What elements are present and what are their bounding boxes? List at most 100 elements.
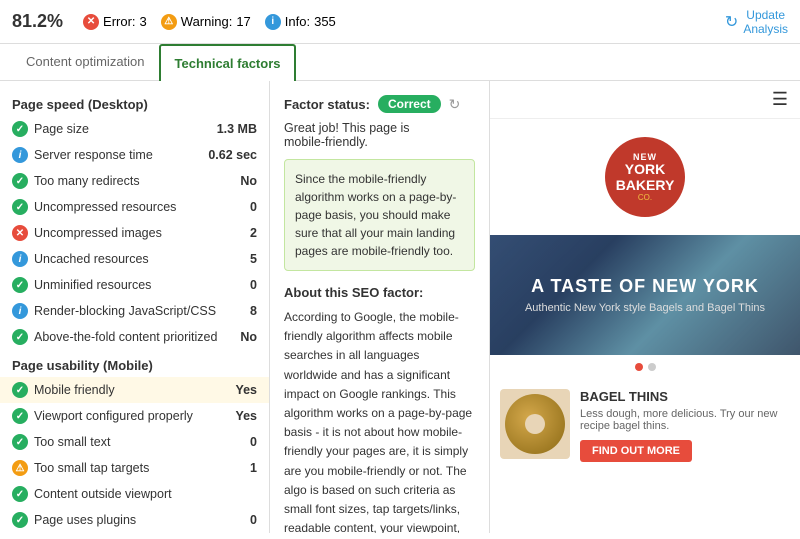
item-value: 0 [227,513,257,527]
list-item[interactable]: ✓ Too many redirects No [0,168,269,194]
item-label: Server response time [34,148,202,162]
item-label: Page uses plugins [34,513,221,527]
great-job-text: Great job! This page ismobile-friendly. [284,121,475,149]
section-page-speed-title: Page speed (Desktop) [0,89,269,116]
dot-2 [648,363,656,371]
warning-icon: ⚠ [161,14,177,30]
item-value: 8 [227,304,257,318]
item-value: 0.62 sec [208,148,257,162]
list-item[interactable]: ✓ Page size 1.3 MB [0,116,269,142]
update-label: UpdateAnalysis [743,8,788,36]
item-value: 1 [227,461,257,475]
item-label: Uncompressed resources [34,200,221,214]
item-value: 5 [227,252,257,266]
error-badge: ✕ Error: 3 [83,14,147,30]
site-preview-panel: ☰ NEW YORKBAKERY CO. A TASTE OF NEW YORK… [490,81,800,533]
list-item[interactable]: i Uncached resources 5 [0,246,269,272]
about-seo-title: About this SEO factor: [284,285,475,300]
factor-status-row: Factor status: Correct ↻ [284,95,475,113]
site-header: ☰ [490,81,800,119]
update-analysis-button[interactable]: ↻ UpdateAnalysis [725,8,788,36]
warning-label: Warning: [181,14,233,29]
usability-items-list: ✓Mobile friendlyYes✓Viewport configured … [0,377,269,533]
carousel-dots [490,355,800,379]
item-label: Above-the-fold content prioritized [34,330,221,344]
factor-refresh-icon[interactable]: ↻ [449,96,461,113]
list-item[interactable]: ✓Above-the-fold content prioritizedNo [0,324,269,350]
item-label: Content outside viewport [34,487,221,501]
factor-status-label: Factor status: [284,97,370,112]
list-item[interactable]: ✓ Page uses plugins 0 [0,507,269,533]
info-icon: i [12,147,28,163]
info-icon: i [12,303,28,319]
ok-icon: ✓ [12,173,28,189]
bagel-section: BAGEL THINS Less dough, more delicious. … [490,379,800,472]
top-bar: 81.2% ✕ Error: 3 ⚠ Warning: 17 i Info: 3… [0,0,800,44]
left-panel: Page speed (Desktop) ✓ Page size 1.3 MB i Se… [0,81,270,533]
warning-badge: ⚠ Warning: 17 [161,14,251,30]
ok-icon: ✓ [12,382,28,398]
info-icon: i [265,14,281,30]
list-item[interactable]: ✓ Content outside viewport [0,481,269,507]
bagel-hole [525,414,545,434]
ok-icon: ✓ [12,408,28,424]
list-item[interactable]: ✕ Uncompressed images 2 [0,220,269,246]
warn-icon: ⚠ [12,460,28,476]
site-preview: ☰ NEW YORKBAKERY CO. A TASTE OF NEW YORK… [490,81,800,533]
ok-icon: ✓ [12,512,28,528]
item-value: Yes [227,409,257,423]
list-item[interactable]: ✓Viewport configured properlyYes [0,403,269,429]
about-seo-text: According to Google, the mobile-friendly… [284,308,475,533]
ok-icon: ✓ [12,277,28,293]
site-logo: NEW YORKBAKERY CO. [605,137,685,217]
warning-count: 17 [236,14,250,29]
info-icon: i [12,251,28,267]
item-label: Uncached resources [34,252,221,266]
bagel-image [500,389,570,459]
logo-co: CO. [638,193,652,202]
list-item[interactable]: ✓Too small text0 [0,429,269,455]
ok-icon: ✓ [12,121,28,137]
item-label: Too many redirects [34,174,221,188]
list-item[interactable]: ✓ Uncompressed resources 0 [0,194,269,220]
score-value: 81.2% [12,11,63,32]
item-label: Mobile friendly [34,383,221,397]
item-label: Render-blocking JavaScript/CSS [34,304,221,318]
find-out-more-button[interactable]: FIND OUT MORE [580,440,692,462]
info-box: Since the mobile-friendly algorithm work… [284,159,475,271]
bagel-content: BAGEL THINS Less dough, more delicious. … [580,389,790,462]
logo-york: YORKBAKERY [616,162,675,193]
item-value: 0 [227,200,257,214]
list-item[interactable]: ✓Unminified resources0 [0,272,269,298]
item-value: 2 [227,226,257,240]
tab-technical-factors[interactable]: Technical factors [159,44,297,81]
refresh-icon: ↻ [725,12,738,32]
list-item[interactable]: i Render-blocking JavaScript/CSS 8 [0,298,269,324]
info-badge: i Info: 355 [265,14,336,30]
item-label: Page size [34,122,211,136]
item-label: Too small text [34,435,221,449]
hero-area: A TASTE OF NEW YORK Authentic New York s… [490,235,800,355]
bagel-title: BAGEL THINS [580,389,790,404]
error-count: 3 [140,14,147,29]
hero-title: A TASTE OF NEW YORK [531,276,759,297]
item-value: Yes [227,383,257,397]
correct-badge: Correct [378,95,441,113]
ok-icon: ✓ [12,199,28,215]
list-item[interactable]: ✓ Mobile friendly Yes [0,377,269,403]
tab-content-optimization[interactable]: Content optimization [12,44,159,81]
err-icon: ✕ [12,225,28,241]
item-value: 1.3 MB [217,122,257,136]
item-label: Too small tap targets [34,461,221,475]
item-value: No [227,330,257,344]
bagel-mock-img [505,394,565,454]
item-value: 0 [227,435,257,449]
ok-icon: ✓ [12,486,28,502]
hero-subtitle: Authentic New York style Bagels and Bage… [525,302,765,314]
speed-items-list: ✓ Page size 1.3 MB i Server response time 0.6… [0,116,269,350]
item-value: No [227,174,257,188]
list-item[interactable]: ⚠ Too small tap targets 1 [0,455,269,481]
item-label: Uncompressed images [34,226,221,240]
list-item[interactable]: i Server response time 0.62 sec [0,142,269,168]
info-count: 355 [314,14,336,29]
